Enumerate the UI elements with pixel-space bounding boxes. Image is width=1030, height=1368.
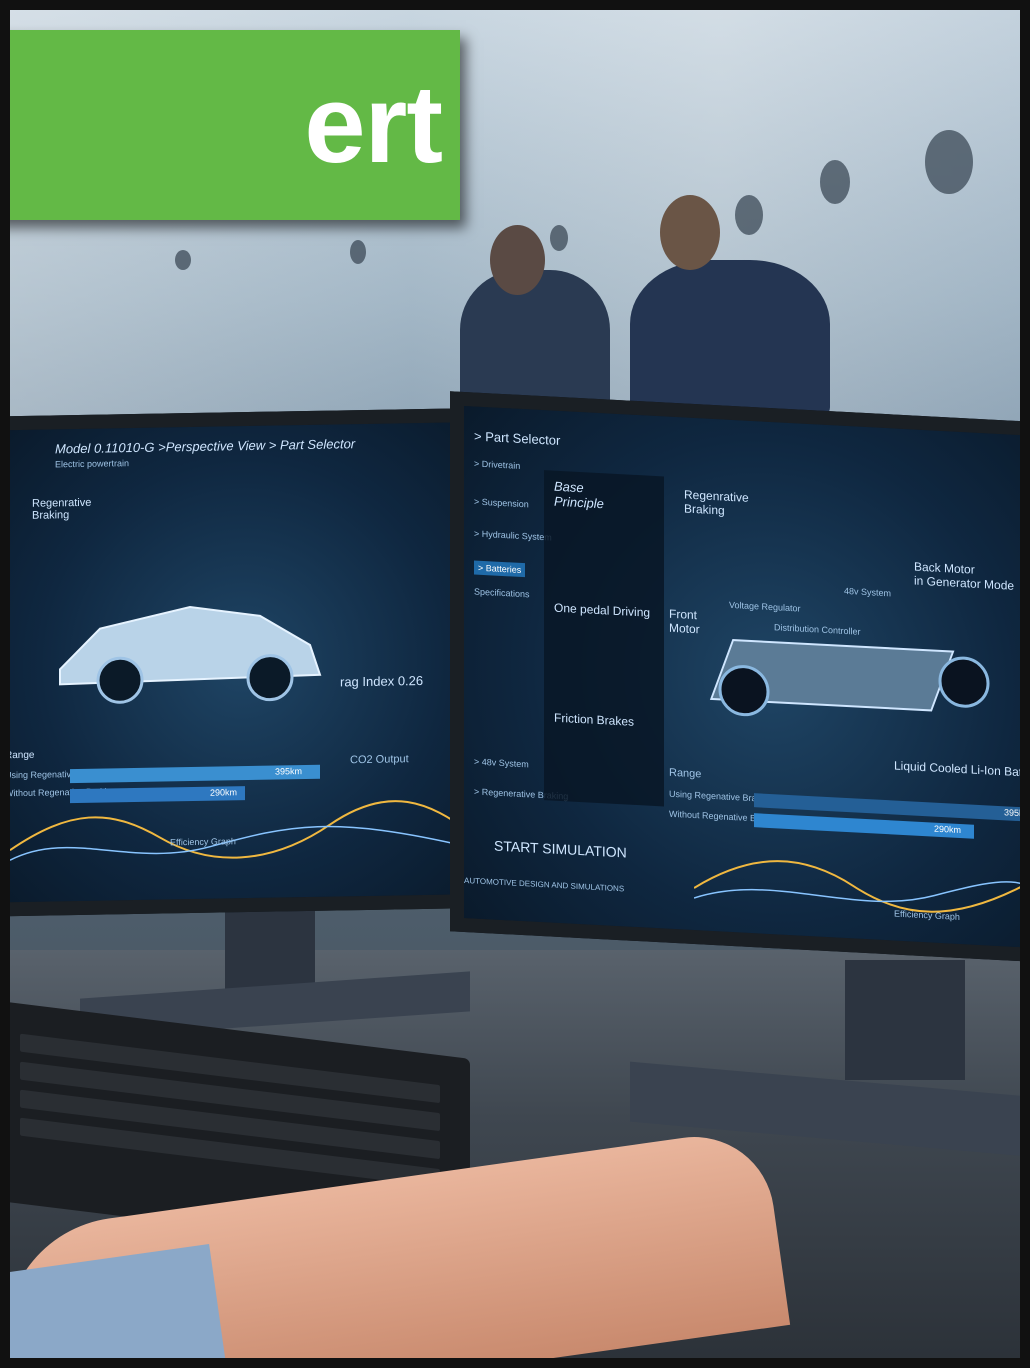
photo-scene: Model 0.11010-G >Perspective View > Part… [0,0,1030,1368]
footer-label: AUTOMOTIVE DESIGN AND SIMULATIONS [464,875,625,894]
person-silhouette [630,260,830,420]
range-bar-high-label: 395km [275,766,303,777]
headline-badge: ert [0,30,460,220]
person-head [490,225,545,295]
right-range-bar-high-label: 395km [1004,807,1030,819]
car-illustration [59,606,322,704]
powertrain-chassis [709,639,990,717]
start-simulation-button[interactable]: START SIMULATION [494,838,627,861]
right-range-bar-low-label: 290km [934,823,962,836]
menu-item-suspension[interactable]: > Suspension [474,496,529,509]
right-screen: > Part Selector > Drivetrain > Suspensio… [464,405,1030,951]
right-monitor: > Part Selector > Drivetrain > Suspensio… [450,391,1030,965]
right-range-label: Range [669,766,702,781]
left-screen: Model 0.11010-G >Perspective View > Part… [0,421,486,903]
back-motor-label: Back Motor in Generator Mode [914,559,1015,593]
left-screen-title: Model 0.11010-G >Perspective View > Part… [55,436,356,457]
glass-dot [350,240,366,264]
menu-item-batteries[interactable]: > Batteries [474,560,526,578]
glass-dot [735,195,763,235]
glass-dot [820,160,850,204]
efficiency-graph-label: Efficiency Graph [170,836,236,848]
range-label: Range [5,749,35,762]
left-monitor: Model 0.11010-G >Perspective View > Part… [0,407,500,917]
specifications-label: Specifications [474,586,530,600]
drag-index-label: rag Index 0.26 [340,672,424,690]
co2-label: CO2 Output [350,753,409,767]
headline-text: ert [304,63,443,186]
glass-dot [175,250,191,270]
part-selector-heading: > Part Selector [474,428,561,449]
glass-dot [550,225,568,251]
person-head [660,195,720,270]
48v-system-label: 48v System [844,585,892,599]
menu-item-48v[interactable]: > 48v System [474,756,529,769]
info-panel [544,470,664,807]
right-efficiency-graph [694,860,1030,914]
regen-braking-label: Regenrative Braking [684,487,749,518]
menu-item-drivetrain[interactable]: > Drivetrain [474,458,520,470]
feature-label: Regenrative Braking [32,496,92,522]
glass-dot [925,130,973,194]
efficiency-graph [10,800,470,861]
monitor-stand [845,960,965,1080]
left-screen-subtitle: Electric powertrain [55,458,130,470]
base-principle-heading: Base Principle [554,478,604,512]
menu-item-hydraulic[interactable]: > Hydraulic System [474,528,552,542]
